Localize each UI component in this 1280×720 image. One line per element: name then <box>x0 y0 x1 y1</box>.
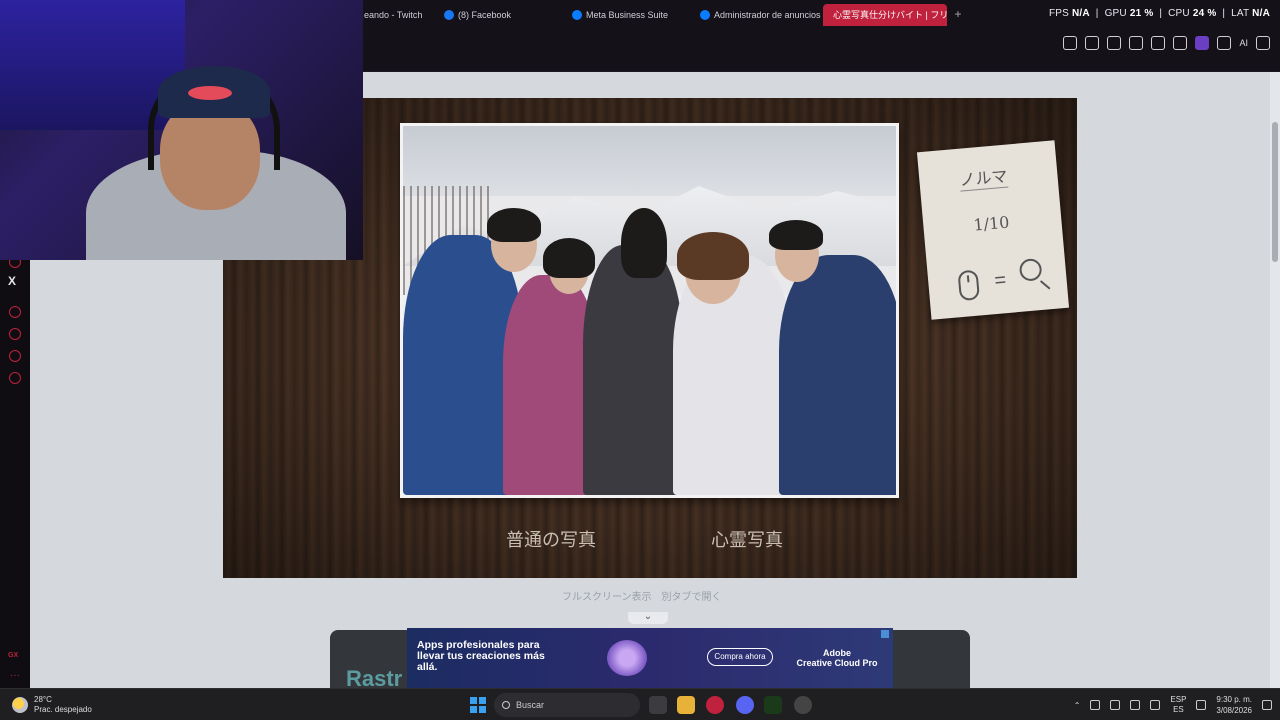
language-indicator[interactable]: ESP ES <box>1170 695 1186 715</box>
taskbar-clock[interactable]: 9:30 p. m. 3/08/2026 <box>1216 694 1252 716</box>
tab-meta-business[interactable]: Meta Business Suite <box>566 4 674 26</box>
game-links: フルスクリーン表示 別タブで開く <box>562 588 722 603</box>
person-3-hair <box>621 208 667 278</box>
ad-cta-button[interactable]: Compra ahora <box>707 648 773 666</box>
tray-microphone-icon[interactable] <box>1130 700 1141 710</box>
discord-icon[interactable] <box>736 696 754 714</box>
notification-icon[interactable] <box>1262 700 1272 710</box>
system-tray: ⌃ ESP ES 9:30 p. m. 3/08/2026 <box>1074 694 1272 716</box>
sidebar-extensions-icon[interactable] <box>9 350 21 362</box>
ad-info-icon[interactable] <box>881 630 889 638</box>
tray-volume-icon[interactable] <box>1150 700 1161 710</box>
sidebar-settings-icon[interactable] <box>9 372 21 384</box>
weather-icon <box>12 697 28 713</box>
tab-label: eando - Twitch <box>364 10 423 20</box>
ghost-photo-button[interactable]: 心霊写真 <box>711 526 783 552</box>
person-5 <box>779 255 896 495</box>
tab-label: (8) Facebook <box>458 10 512 20</box>
bookmark-icon[interactable] <box>1063 36 1078 50</box>
translate-icon[interactable] <box>1129 36 1144 50</box>
scrollbar-thumb[interactable] <box>1272 122 1278 262</box>
weather-temp: 28°C <box>34 695 52 704</box>
panel-heading: Rastr <box>346 666 403 688</box>
tab-facebook[interactable]: (8) Facebook <box>438 4 517 26</box>
normal-photo-button[interactable]: 普通の写真 <box>506 526 596 552</box>
person-2-hair <box>543 238 595 278</box>
ad-flower-image <box>607 640 647 676</box>
download-icon[interactable] <box>1217 36 1232 50</box>
adobe-ad-banner[interactable]: Apps profesionales para llevar tus creac… <box>407 628 893 688</box>
mouse-icon <box>957 269 980 302</box>
weather-condition: Prac. despejado <box>34 705 92 714</box>
person-1-hair <box>487 208 541 242</box>
windows-start-icon[interactable] <box>470 697 486 713</box>
person-5-hair <box>769 220 823 250</box>
tray-overflow-icon[interactable]: ⌃ <box>1074 701 1081 710</box>
fullscreen-link[interactable]: フルスクリーン表示 <box>562 588 652 603</box>
quota-count: 1/10 <box>972 212 1011 235</box>
opera-gx-icon[interactable] <box>706 696 724 714</box>
meta-icon <box>572 10 582 20</box>
ai-button[interactable]: AI <box>1239 38 1248 48</box>
tab-twitch[interactable]: eando - Twitch <box>358 4 428 26</box>
open-new-tab-link[interactable]: 別タブで開く <box>662 588 722 603</box>
gx-logo: GX <box>8 652 19 659</box>
tab-label: 心霊写真仕分けバイト | フリーゲ <box>833 10 947 20</box>
tray-app-icon[interactable] <box>1090 700 1101 710</box>
ad-brand: Adobe Creative Cloud Pro <box>796 648 878 668</box>
photo-card[interactable] <box>400 123 899 498</box>
performance-stats: FPS N/A | GPU 21 % | CPU 24 % | LAT N/A <box>1048 8 1270 19</box>
taskbar-search[interactable]: Buscar <box>494 693 640 717</box>
page-scrollbar[interactable] <box>1270 72 1280 688</box>
new-tab-button[interactable]: + <box>952 8 964 20</box>
play-icon[interactable] <box>1151 36 1166 50</box>
person-3 <box>583 245 683 495</box>
windows-taskbar: 28°C Prac. despejado Buscar ⌃ ESP ES 9:3… <box>0 688 1280 720</box>
sidebar-history-icon[interactable] <box>9 328 21 340</box>
sidebar-x-icon[interactable]: X <box>8 274 16 288</box>
nvidia-app-icon[interactable] <box>764 696 782 714</box>
block-icon[interactable] <box>1107 36 1122 50</box>
person-4-hair <box>677 232 749 280</box>
sidebar-more-icon[interactable]: ··· <box>10 670 20 681</box>
tray-display-icon[interactable] <box>1196 700 1207 710</box>
webcam-cap-logo <box>188 86 232 100</box>
obs-icon[interactable] <box>794 696 812 714</box>
search-placeholder: Buscar <box>516 700 545 710</box>
extension-icon[interactable] <box>1195 36 1210 50</box>
search-icon <box>502 701 510 709</box>
equals-sign: = <box>993 269 1008 293</box>
file-explorer-icon[interactable] <box>677 696 695 714</box>
menu-icon[interactable] <box>1256 36 1270 50</box>
weather-widget[interactable]: 28°C Prac. despejado <box>12 695 92 715</box>
meta-icon <box>700 10 710 20</box>
tray-network-icon[interactable] <box>1110 700 1121 710</box>
webcam-overlay <box>0 0 363 260</box>
task-view-icon[interactable] <box>649 696 667 714</box>
facebook-icon <box>444 10 454 20</box>
ad-headline: Apps profesionales para llevar tus creac… <box>417 639 545 673</box>
collapse-ad-chevron-icon[interactable]: ⌄ <box>628 612 668 624</box>
tab-label: Administrador de anuncios <box>714 10 821 20</box>
tab-ghost-photo-game[interactable]: 心霊写真仕分けバイト | フリーゲ <box>823 4 947 26</box>
sidebar-player-icon[interactable] <box>9 306 21 318</box>
tab-ads-manager[interactable]: Administrador de anuncios <box>694 4 827 26</box>
quota-title: ノルマ <box>958 162 1009 192</box>
snapshot-icon[interactable] <box>1085 36 1100 50</box>
quota-note: ノルマ 1/10 = <box>916 140 1070 320</box>
magnifier-icon <box>1018 257 1043 282</box>
heart-icon[interactable] <box>1173 36 1188 50</box>
tab-label: Meta Business Suite <box>586 10 669 20</box>
